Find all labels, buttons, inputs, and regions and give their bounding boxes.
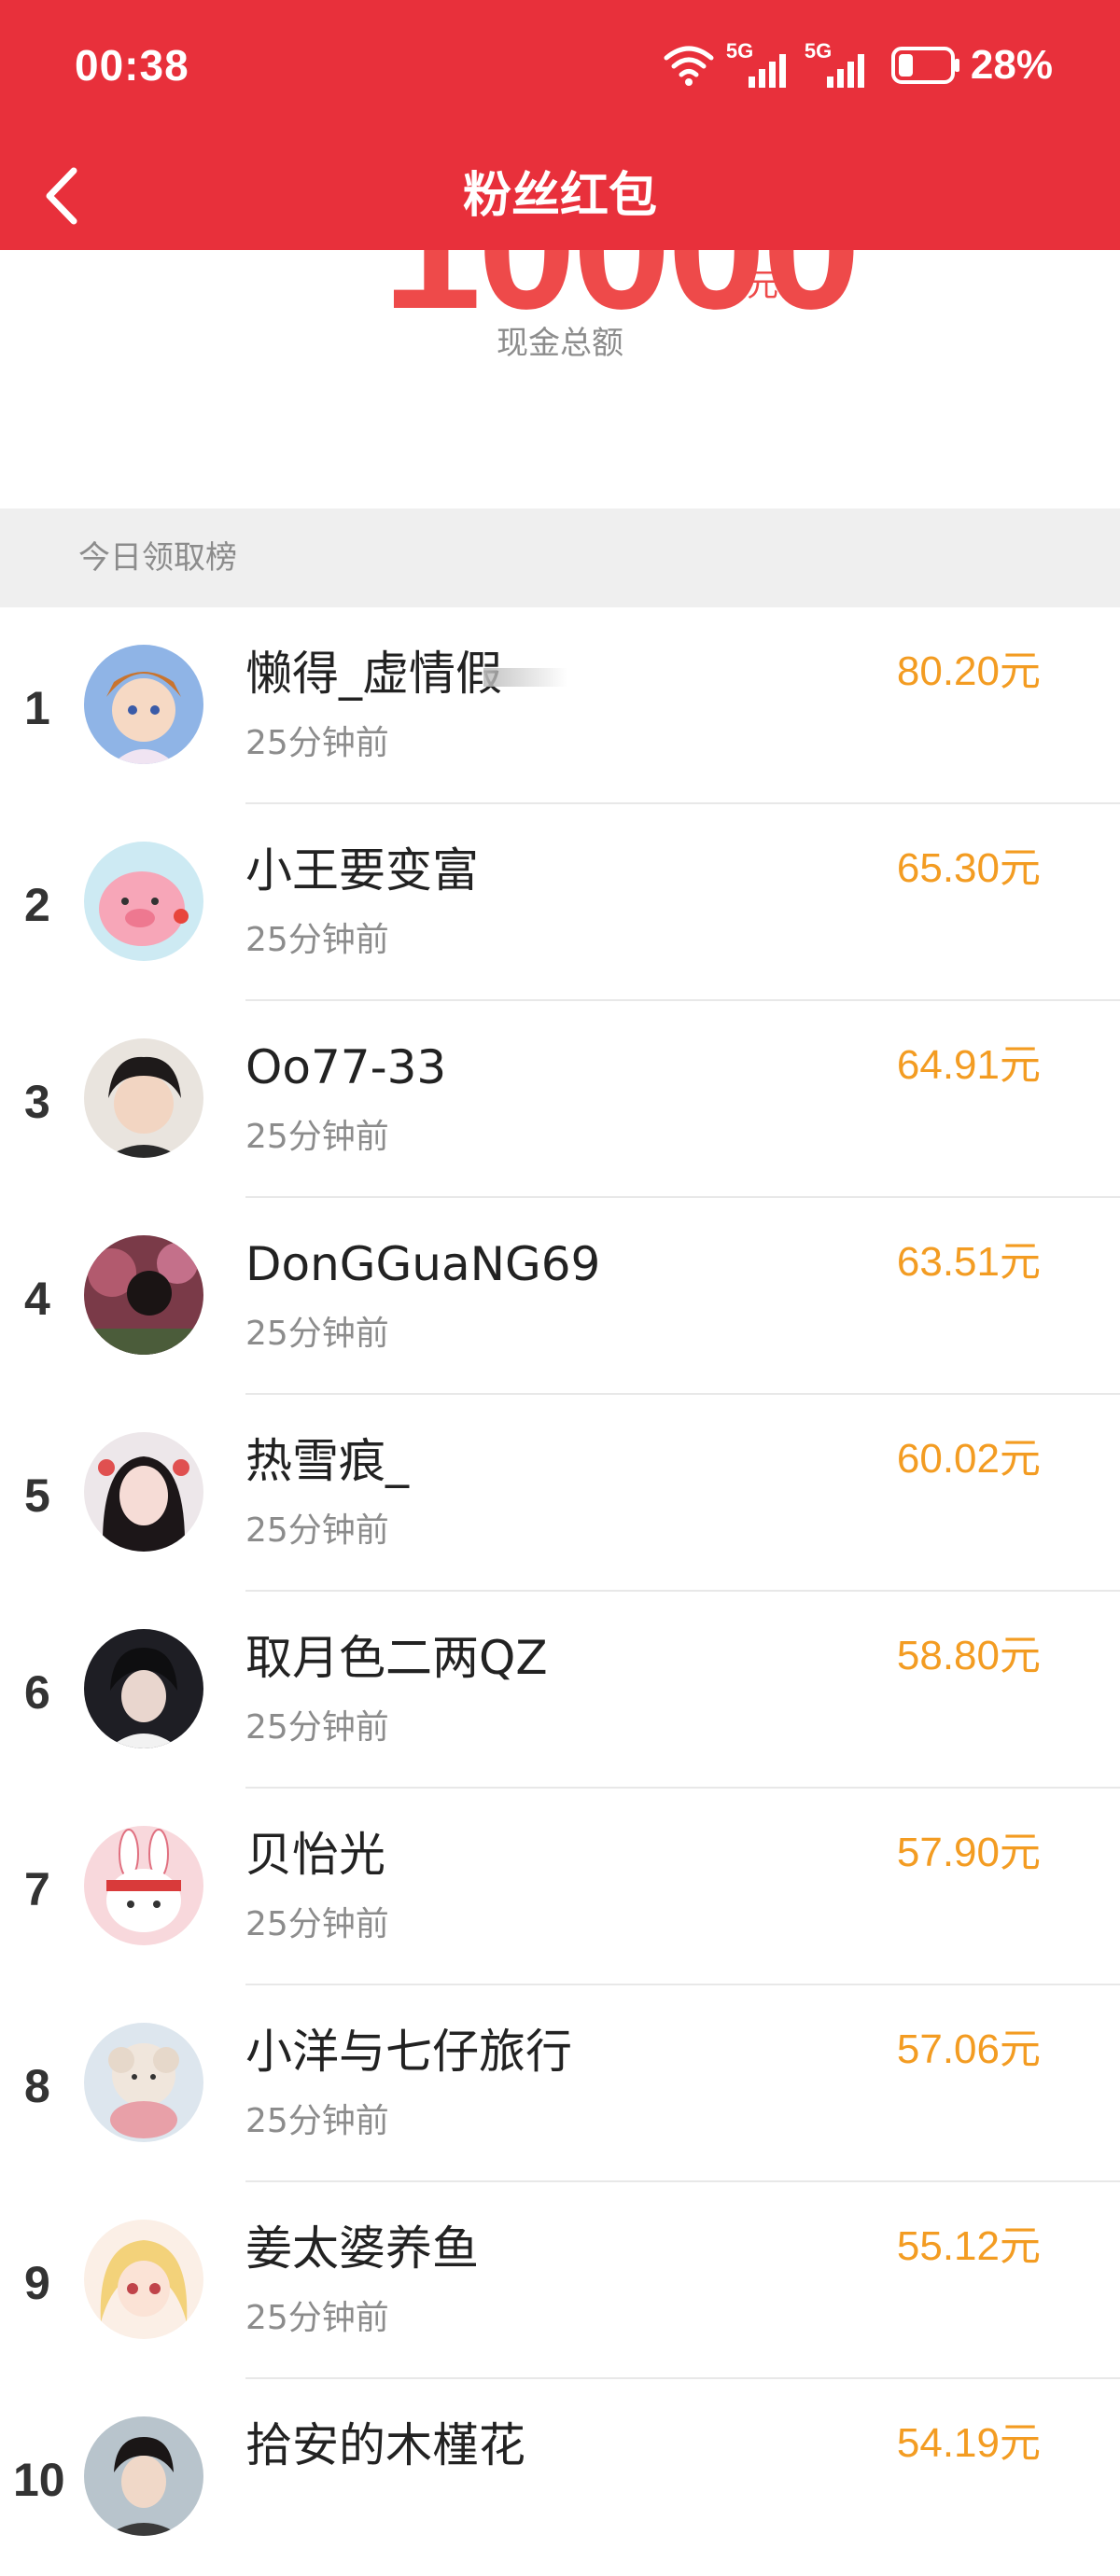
avatar[interactable] <box>84 842 203 961</box>
claim-amount: 55.12元 <box>896 2223 1041 2269</box>
leaderboard-row[interactable]: 10 拾安的木槿花 54.19元 <box>0 2379 1120 2576</box>
total-amount-label: 现金总额 <box>497 325 623 362</box>
avatar[interactable] <box>84 645 203 764</box>
claim-time: 25分钟前 <box>245 1708 389 1747</box>
rank-number: 6 <box>24 1666 50 1719</box>
claim-amount: 57.90元 <box>896 1830 1041 1875</box>
leaderboard-row[interactable]: 1 懒得_虚情假 25分钟前 80.20元 <box>0 607 1120 804</box>
leaderboard-title: 今日领取榜 <box>78 539 237 577</box>
leaderboard-row[interactable]: 4 DonGGuaNG69 25分钟前 63.51元 <box>0 1198 1120 1395</box>
user-name: 贝怡光 <box>245 1828 385 1882</box>
status-icons: 5G 5G 28% <box>663 37 1053 93</box>
claim-time: 25分钟前 <box>245 1118 389 1156</box>
rank-number: 4 <box>24 1273 50 1325</box>
user-name: Oo77-33 <box>245 1040 447 1094</box>
leaderboard-list: 1 懒得_虚情假 25分钟前 80.20元 2 小王要变富 25分钟前 65.3… <box>0 607 1120 2576</box>
claim-amount: 54.19元 <box>896 2420 1041 2466</box>
user-name: DonGGuaNG69 <box>245 1237 601 1291</box>
battery-icon <box>890 47 959 84</box>
status-bar: 00:38 5G 5G 28% <box>0 0 1120 140</box>
signal-indicator-1: 5G <box>726 41 793 88</box>
rank-number: 7 <box>24 1863 50 1915</box>
claim-time: 25分钟前 <box>245 921 389 959</box>
avatar[interactable] <box>84 1432 203 1552</box>
user-name: 取月色二两QZ <box>245 1631 548 1685</box>
claim-time: 25分钟前 <box>245 2102 389 2140</box>
title-bar: 粉丝红包 <box>0 140 1120 250</box>
signal-indicator-2: 5G <box>805 41 872 88</box>
claim-amount: 58.80元 <box>896 1633 1041 1678</box>
leaderboard-row[interactable]: 5 热雪痕_ 25分钟前 60.02元 <box>0 1395 1120 1592</box>
avatar[interactable] <box>84 2416 203 2536</box>
app-header: 00:38 5G 5G 28% 粉丝红包 <box>0 0 1120 250</box>
claim-amount: 60.02元 <box>896 1436 1041 1482</box>
avatar[interactable] <box>84 2023 203 2142</box>
leaderboard-header: 今日领取榜 <box>0 508 1120 607</box>
signal-bars-icon <box>748 54 786 88</box>
claim-time: 25分钟前 <box>245 1315 389 1353</box>
rank-number: 8 <box>24 2060 50 2112</box>
user-name: 小洋与七仔旅行 <box>245 2025 572 2079</box>
total-amount-unit: 元 <box>747 267 778 304</box>
page-title: 粉丝红包 <box>462 168 657 224</box>
user-name: 拾安的木槿花 <box>245 2418 525 2472</box>
leaderboard-row[interactable]: 3 Oo77-33 25分钟前 64.91元 <box>0 1001 1120 1198</box>
battery-percent: 28% <box>970 42 1053 88</box>
rank-number: 5 <box>24 1469 50 1522</box>
user-name: 姜太婆养鱼 <box>245 2221 479 2276</box>
leaderboard-row[interactable]: 9 姜太婆养鱼 25分钟前 55.12元 <box>0 2182 1120 2379</box>
claim-amount: 65.30元 <box>896 845 1041 891</box>
rank-number: 3 <box>24 1076 50 1128</box>
claim-amount: 63.51元 <box>896 1239 1041 1285</box>
rank-number: 10 <box>13 2454 65 2506</box>
claim-amount: 64.91元 <box>896 1042 1041 1088</box>
claim-time: 25分钟前 <box>245 1511 389 1550</box>
user-name: 懒得_虚情假 <box>245 641 567 706</box>
claim-amount: 57.06元 <box>896 2026 1041 2072</box>
leaderboard-row[interactable]: 7 贝怡光 25分钟前 57.90元 <box>0 1789 1120 1985</box>
user-name: 小王要变富 <box>245 843 479 898</box>
signal-bars-icon <box>826 54 864 88</box>
avatar[interactable] <box>84 1629 203 1748</box>
avatar[interactable] <box>84 1235 203 1355</box>
leaderboard-row[interactable]: 2 小王要变富 25分钟前 65.30元 <box>0 804 1120 1001</box>
claim-time: 25分钟前 <box>245 724 389 762</box>
claim-amount: 80.20元 <box>896 648 1041 694</box>
user-name: 热雪痕_ <box>245 1434 409 1488</box>
claim-time: 25分钟前 <box>245 2299 389 2337</box>
rank-number: 1 <box>24 682 50 734</box>
claim-time: 25分钟前 <box>245 1905 389 1943</box>
rank-number: 9 <box>24 2257 50 2309</box>
rank-number: 2 <box>24 879 50 931</box>
wifi-icon <box>664 46 714 86</box>
avatar[interactable] <box>84 2220 203 2339</box>
leaderboard-row[interactable]: 8 小洋与七仔旅行 25分钟前 57.06元 <box>0 1985 1120 2182</box>
status-time: 00:38 <box>75 41 189 90</box>
avatar[interactable] <box>84 1038 203 1158</box>
leaderboard-row[interactable]: 6 取月色二两QZ 25分钟前 58.80元 <box>0 1592 1120 1789</box>
avatar[interactable] <box>84 1826 203 1945</box>
